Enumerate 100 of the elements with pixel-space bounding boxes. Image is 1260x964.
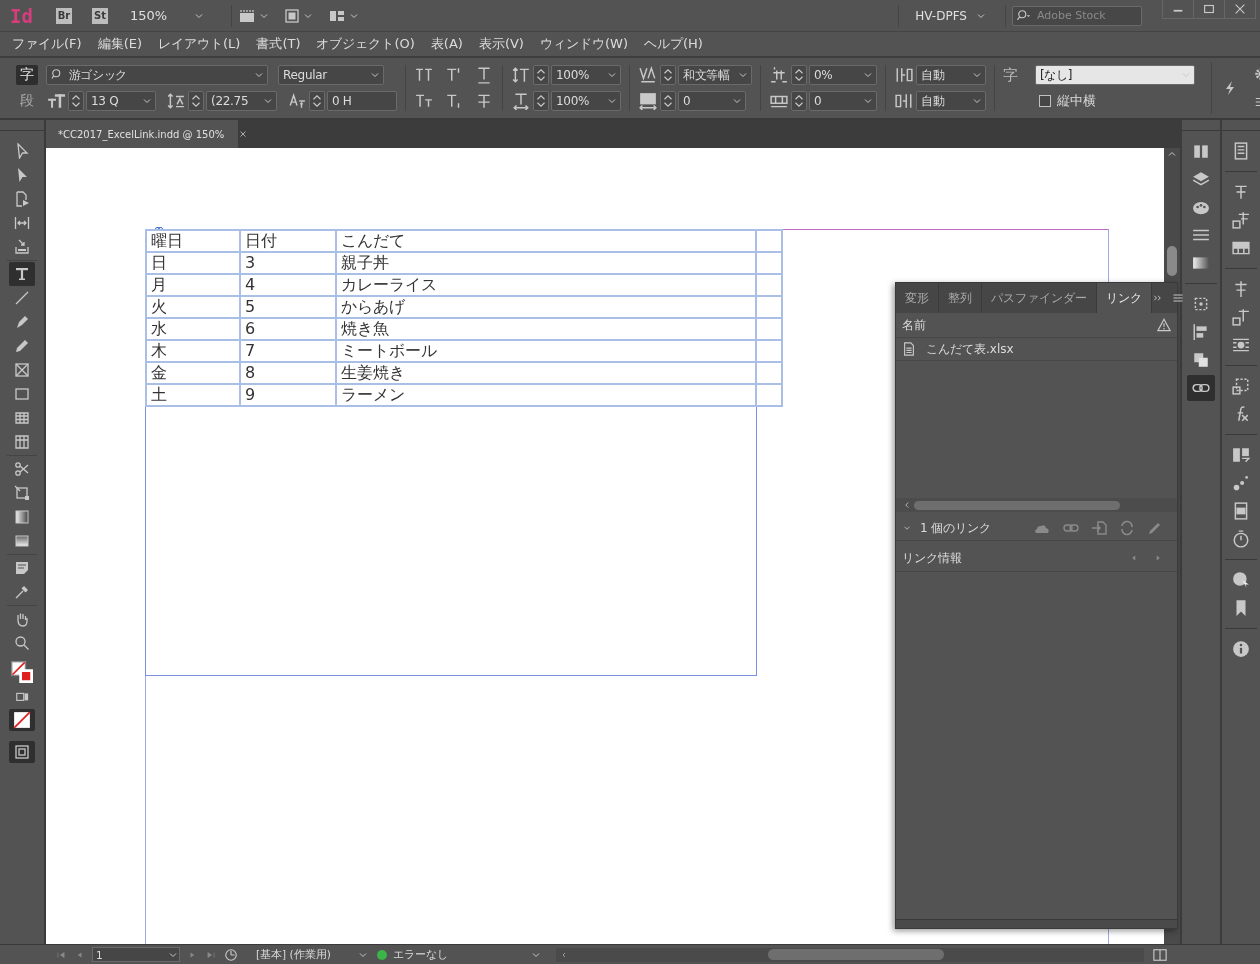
workspace-switcher[interactable]: HV-DPFS [915, 8, 987, 23]
globe-pointer-icon[interactable] [1232, 571, 1250, 589]
tsume-icon [769, 66, 789, 84]
font-family-field[interactable]: 游ゴシック [46, 65, 268, 85]
text-wrap-icon[interactable] [1232, 336, 1250, 354]
menu-item[interactable]: 表示(V) [470, 35, 532, 53]
close-icon[interactable] [238, 129, 249, 139]
tate-chu-yoko-checkbox[interactable]: 縦中横 [1039, 92, 1096, 110]
animation-dots-icon[interactable] [1232, 474, 1250, 492]
preflight-status-dropdown[interactable]: エラーなし [376, 947, 542, 962]
bridge-button[interactable]: Br [56, 7, 72, 24]
split-view-icon[interactable] [1152, 947, 1168, 962]
tracking-field[interactable]: 0 [678, 91, 746, 111]
menu-item[interactable]: レイアウト(L) [150, 35, 249, 53]
kerning-field[interactable]: 和文等幅 [678, 65, 752, 85]
pen-icon [14, 314, 30, 330]
panel-tab[interactable]: 整列 [939, 283, 982, 313]
stepper-arrows[interactable] [533, 65, 549, 85]
horizontal-scale-icon [511, 92, 531, 110]
maximize-icon[interactable] [1202, 2, 1216, 16]
vertical-scale-field[interactable]: 100% [551, 65, 621, 85]
menu-item[interactable]: ファイル(F) [4, 35, 90, 53]
type-tool[interactable] [9, 262, 35, 286]
link-count: 1 個のリンク [920, 519, 992, 537]
font-style-field[interactable]: Regular [278, 65, 384, 85]
link-info-heading[interactable]: リンク情報 [902, 549, 962, 567]
table-cell: こんだて [336, 230, 756, 252]
layers-icon [1192, 170, 1210, 188]
view-options-icon[interactable] [238, 7, 257, 24]
table-cell: 曜日 [146, 230, 240, 252]
tsume-field[interactable]: 0% [809, 65, 877, 85]
stepper-arrows[interactable] [309, 91, 325, 111]
object-styles-icon[interactable] [1232, 377, 1250, 395]
table-styles-icon[interactable] [1232, 239, 1250, 257]
mojikumi-before-field[interactable]: 自動 [916, 65, 986, 85]
menu-item[interactable]: ウィンドウ(W) [531, 35, 636, 53]
stepper-arrows[interactable] [791, 65, 807, 85]
vertical-table-icon [14, 434, 30, 450]
leading-field[interactable]: (22.75 [206, 91, 277, 111]
info-icon[interactable] [1232, 640, 1250, 658]
content-collector-icon [14, 239, 30, 255]
table-cell: 焼き魚 [336, 318, 756, 340]
horizontal-scrollbar-thumb[interactable] [767, 949, 944, 960]
page-number-field[interactable]: 1 [92, 947, 180, 962]
close-icon[interactable] [1233, 2, 1247, 16]
table-cell: ラーメン [336, 384, 756, 406]
screen-mode-icon[interactable] [284, 7, 301, 24]
menu-item[interactable]: オブジェクト(O) [308, 35, 423, 53]
panel-tab[interactable]: リンク [1097, 283, 1152, 313]
pencil-icon [14, 338, 30, 354]
normal-view-icon[interactable] [14, 744, 30, 760]
expand-panel-icon[interactable] [1152, 292, 1164, 304]
menu-item[interactable]: 書式(T) [248, 35, 309, 53]
menu-item[interactable]: 表(A) [422, 35, 471, 53]
baseline-shift-field[interactable]: 0 H [327, 91, 397, 111]
book-pages-icon[interactable] [1232, 446, 1250, 464]
stepper-arrows[interactable] [660, 65, 676, 85]
font-size-field[interactable]: 13 Q [86, 91, 156, 111]
align-left-icon [1192, 323, 1210, 341]
link-name[interactable]: こんだて表.xlsx [926, 340, 1014, 358]
all-caps-icon [414, 66, 434, 84]
stepper-arrows[interactable] [188, 91, 204, 111]
menu-item[interactable]: 編集(E) [89, 35, 150, 53]
stepper-arrows[interactable] [533, 91, 549, 111]
apply-none-icon[interactable] [13, 711, 31, 729]
preflight-profile-dropdown[interactable]: [基本] (作業用) [256, 947, 369, 962]
zoom-dropdown[interactable]: 150% [128, 8, 206, 23]
vertical-scrollbar-thumb[interactable] [1167, 246, 1177, 276]
panel-menu-icon[interactable] [1172, 292, 1184, 304]
mojikumi-after-field[interactable]: 自動 [916, 91, 986, 111]
column-header[interactable]: 名前 [902, 316, 926, 334]
table-cell: 日付 [240, 230, 336, 252]
stopwatch-icon[interactable] [1232, 530, 1250, 548]
small-caps-icon [414, 92, 434, 110]
app-logo: Id [10, 4, 34, 27]
table-cell: 9 [240, 384, 336, 406]
note-icon [14, 560, 30, 576]
menu-item[interactable]: ヘルプ(H) [635, 35, 711, 53]
stepper-arrows[interactable] [68, 91, 84, 111]
panel-mode-tab[interactable]: 段 [16, 91, 38, 111]
story-icon[interactable] [1232, 142, 1250, 160]
table-cell: 7 [240, 340, 336, 362]
horizontal-scrollbar-thumb[interactable] [914, 500, 1120, 510]
stock-button[interactable]: St [92, 7, 108, 24]
horizontal-scale-field[interactable]: 100% [551, 91, 621, 111]
stepper-arrows[interactable] [660, 91, 676, 111]
fill-stroke-swatches-icon[interactable] [10, 661, 34, 683]
character-style-field[interactable]: [なし] [1035, 65, 1195, 85]
panel-dock-button[interactable] [1187, 375, 1215, 401]
page-icon [14, 191, 30, 207]
panel-mode-tab[interactable]: 字 [16, 65, 38, 85]
stock-search-field[interactable]: Adobe Stock [1012, 5, 1142, 26]
stepper-icon [69, 92, 83, 110]
zoom-icon [14, 635, 30, 651]
panel-resize-grip[interactable] [896, 919, 1177, 928]
aki-field[interactable]: 0 [809, 91, 877, 111]
stepper-arrows[interactable] [791, 91, 807, 111]
panel-tab[interactable]: 変形 [896, 283, 939, 313]
tracking-icon [638, 92, 658, 110]
film-icon[interactable] [1232, 502, 1250, 520]
